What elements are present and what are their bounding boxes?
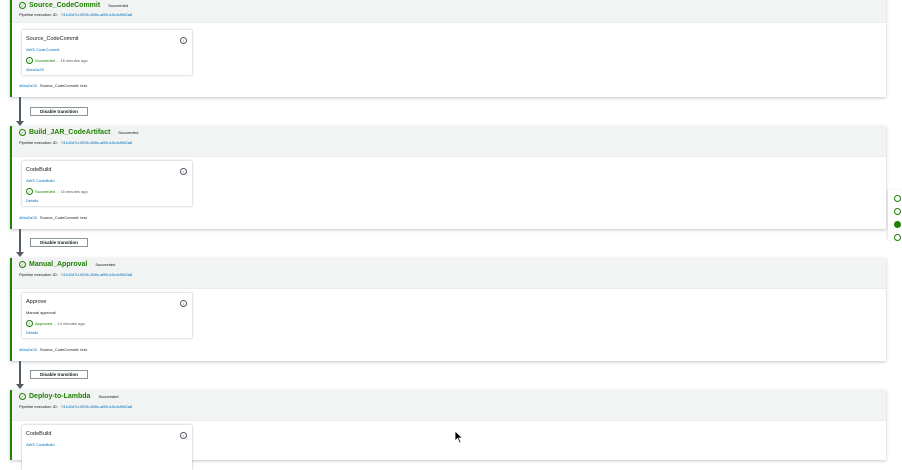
action-time: 16 minutes ago xyxy=(60,189,88,194)
step-check-icon[interactable] xyxy=(894,221,901,228)
action-status: Succeeded xyxy=(35,189,56,194)
action-details-link[interactable]: Details xyxy=(26,330,38,335)
commit-row: 46ea2a33 Source_CodeCommit: test xyxy=(19,215,87,220)
action-provider: Manual approval xyxy=(26,310,56,315)
execution-id-link[interactable]: 741d2d7d-929b-488c-af80-e8c4cf962a6 xyxy=(61,272,132,277)
pipeline-step-rail xyxy=(888,190,902,241)
info-icon[interactable]: i xyxy=(180,168,187,175)
check-circle-icon: ✓ xyxy=(19,261,26,268)
stage-manual-approval: ✓ Manual_Approval Succeeded Pipeline exe… xyxy=(10,258,886,361)
commit-id-link[interactable]: 46ea2a33 xyxy=(19,215,37,220)
action-status-row: ✓ Approved - 14 minutes ago xyxy=(26,320,85,327)
stage-title[interactable]: Build_JAR_CodeArtifact xyxy=(29,129,110,136)
commit-message: Source_CodeCommit: test xyxy=(39,347,87,352)
stage-status: Succeeded xyxy=(118,130,139,135)
check-circle-icon: ✓ xyxy=(19,2,26,9)
arrow-down-icon xyxy=(16,384,24,389)
stage-status: Succeeded xyxy=(95,262,116,267)
action-provider-link[interactable]: AWS CodeBuild xyxy=(26,442,55,447)
stage-header: ✓ Manual_Approval Succeeded Pipeline exe… xyxy=(12,258,886,289)
execution-id-label: Pipeline execution ID: xyxy=(19,404,58,409)
transition-connector xyxy=(19,229,21,254)
stage-status: Succeeded xyxy=(98,394,119,399)
step-check-icon[interactable] xyxy=(894,195,901,202)
check-circle-icon: ✓ xyxy=(19,393,26,400)
action-provider-link[interactable]: AWS CodeCommit xyxy=(26,47,59,52)
action-time: 14 minutes ago xyxy=(57,321,85,326)
action-status-row: ✓ Succeeded - 16 minutes ago xyxy=(26,57,88,64)
stage-title[interactable]: Source_CodeCommit xyxy=(29,2,100,9)
stage-title[interactable]: Deploy-to-Lambda xyxy=(29,393,90,400)
action-status: Approved xyxy=(35,321,53,326)
action-card: Source_CodeCommit i AWS CodeCommit ✓ Suc… xyxy=(22,30,192,75)
mouse-pointer-icon xyxy=(454,430,464,444)
transition-connector xyxy=(19,361,21,386)
commit-row: 46ea2a33 Source_CodeCommit: test xyxy=(19,83,87,88)
execution-id-label: Pipeline execution ID: xyxy=(19,272,58,277)
execution-id-label: Pipeline execution ID: xyxy=(19,12,58,17)
stage-header: ✓ Deploy-to-Lambda Succeeded Pipeline ex… xyxy=(12,390,886,421)
action-card: CodeBuild i AWS CodeBuild ✓ Succeeded - … xyxy=(22,161,192,206)
execution-id-link[interactable]: 741d2d7d-929b-488c-af80-e8c4cf962a6 xyxy=(61,12,132,17)
action-status: Succeeded xyxy=(35,58,56,63)
commit-message: Source_CodeCommit: test xyxy=(39,215,87,220)
separator: - xyxy=(57,58,59,63)
stage-title[interactable]: Manual_Approval xyxy=(29,261,87,268)
execution-id-row: Pipeline execution ID: 741d2d7d-929b-488… xyxy=(19,272,132,277)
disable-transition-button[interactable]: Disable transition xyxy=(30,107,88,116)
execution-id-link[interactable]: 741d2d7d-929b-488c-af80-e8c4cf962a6 xyxy=(61,140,132,145)
execution-id-row: Pipeline execution ID: 741d2d7d-929b-488… xyxy=(19,12,132,17)
info-icon[interactable]: i xyxy=(180,432,187,439)
stage-source-codecommit: ✓ Source_CodeCommit Succeeded Pipeline e… xyxy=(10,0,886,97)
action-card: CodeBuild i AWS CodeBuild xyxy=(22,425,192,470)
stage-deploy-lambda: ✓ Deploy-to-Lambda Succeeded Pipeline ex… xyxy=(10,390,886,470)
separator: - xyxy=(54,321,56,326)
execution-id-row: Pipeline execution ID: 741d2d7d-929b-488… xyxy=(19,404,132,409)
action-name: CodeBuild xyxy=(26,431,52,437)
commit-id-link[interactable]: 46ea2a33 xyxy=(19,83,37,88)
check-circle-icon: ✓ xyxy=(26,320,33,327)
check-circle-icon: ✓ xyxy=(26,57,33,64)
action-details-link[interactable]: Details xyxy=(26,198,38,203)
arrow-down-icon xyxy=(16,252,24,257)
step-check-icon[interactable] xyxy=(894,234,901,241)
check-circle-icon: ✓ xyxy=(26,188,33,195)
stage-header: ✓ Source_CodeCommit Succeeded Pipeline e… xyxy=(12,0,886,23)
action-time: 16 minutes ago xyxy=(60,58,88,63)
action-provider-link[interactable]: AWS CodeBuild xyxy=(26,178,55,183)
action-details-link[interactable]: 46ea2a33 xyxy=(26,67,44,72)
execution-id-link[interactable]: 741d2d7d-929b-488c-af80-e8c4cf962a6 xyxy=(61,404,132,409)
action-card: Approve i Manual approval ✓ Approved - 1… xyxy=(22,293,192,338)
action-status-row: ✓ Succeeded - 16 minutes ago xyxy=(26,188,88,195)
stage-header: ✓ Build_JAR_CodeArtifact Succeeded Pipel… xyxy=(12,126,886,157)
commit-row: 46ea2a33 Source_CodeCommit: test xyxy=(19,347,87,352)
stage-build-jar: ✓ Build_JAR_CodeArtifact Succeeded Pipel… xyxy=(10,126,886,229)
info-icon[interactable]: i xyxy=(180,300,187,307)
transition-connector xyxy=(19,97,21,123)
stage-status: Succeeded xyxy=(108,3,129,8)
action-name: Source_CodeCommit xyxy=(26,36,79,42)
execution-id-row: Pipeline execution ID: 741d2d7d-929b-488… xyxy=(19,140,132,145)
action-name: CodeBuild xyxy=(26,167,52,173)
check-circle-icon: ✓ xyxy=(19,129,26,136)
disable-transition-button[interactable]: Disable transition xyxy=(30,238,88,247)
commit-message: Source_CodeCommit: test xyxy=(39,83,87,88)
commit-id-link[interactable]: 46ea2a33 xyxy=(19,347,37,352)
action-name: Approve xyxy=(26,299,47,305)
disable-transition-button[interactable]: Disable transition xyxy=(30,370,88,379)
step-check-icon[interactable] xyxy=(894,208,901,215)
separator: - xyxy=(57,189,59,194)
info-icon[interactable]: i xyxy=(180,37,187,44)
execution-id-label: Pipeline execution ID: xyxy=(19,140,58,145)
